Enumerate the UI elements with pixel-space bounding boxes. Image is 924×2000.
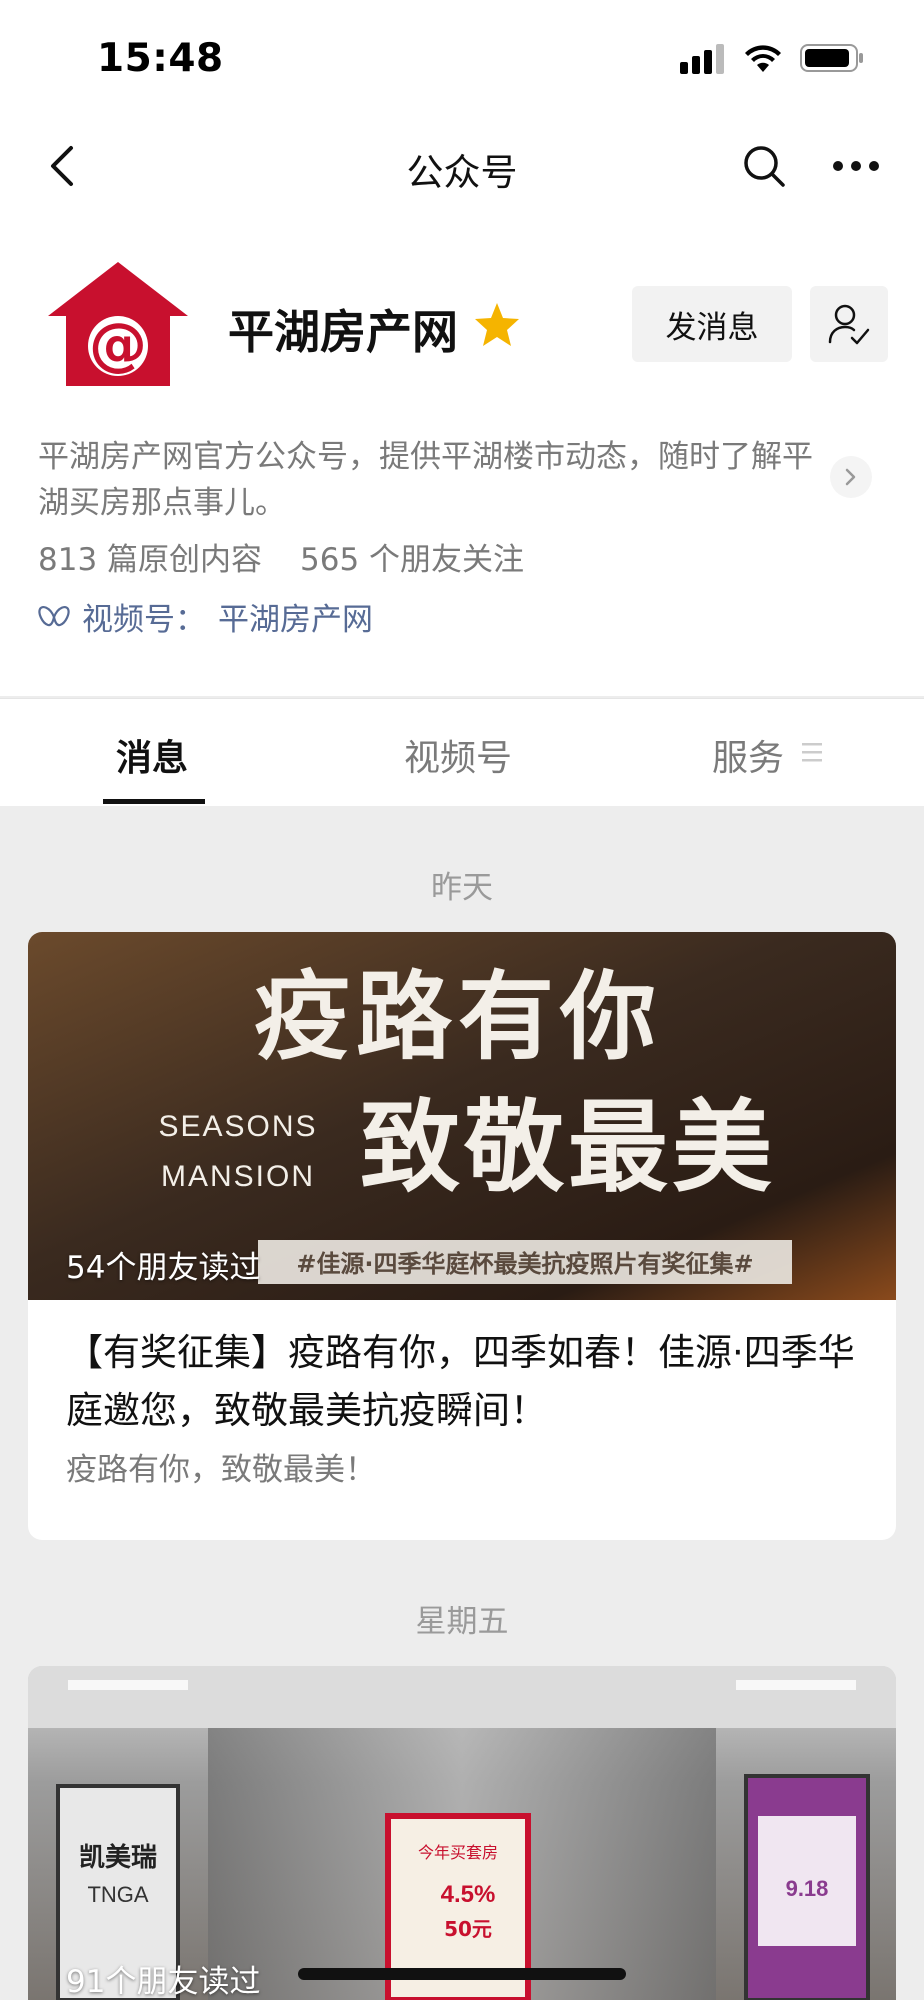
account-stats: 813 篇原创内容 565 个朋友关注 [38,534,524,579]
home-indicator[interactable] [298,1968,626,1980]
left-ad-line-1: 凯美瑞 [79,1842,157,1873]
left-ad-line-2: TNGA [87,1882,148,1907]
wifi-icon [745,45,781,72]
search-icon [744,146,785,187]
friends-read-count: 91个朋友读过 [66,1964,261,2000]
active-tab-indicator [103,799,205,804]
article-card[interactable]: 疫路有你 SEASONS MANSION 致敬最美 #佳源·四季华庭杯最美抗疫照… [28,932,896,1540]
channel-link[interactable]: 视频号： 平湖房产网 [38,594,373,639]
tab-messages[interactable]: 消息 [116,729,188,781]
tab-bar: 消息 视频号 服务 [0,698,924,806]
account-logo[interactable]: @ [46,260,190,390]
friends-read-count: 54个朋友读过 [66,1250,261,1286]
cover-graphic: 凯美瑞 TNGA 今年买套房 4.5% 50元 9.18 [28,1666,896,2000]
search-button[interactable] [738,140,790,192]
cellular-signal-icon [680,44,724,74]
article-subtitle: 疫路有你，致敬最美！ [66,1452,376,1488]
right-ad-price: 9.18 [786,1876,829,1901]
article-card[interactable]: 凯美瑞 TNGA 今年买套房 4.5% 50元 9.18 91个朋友读过 [28,1666,896,2000]
center-ad-price: 50元 [444,1917,492,1941]
cover-banner: #佳源·四季华庭杯最美抗疫照片有奖征集# [296,1250,753,1278]
status-icons [680,42,864,74]
account-description[interactable]: 平湖房产网官方公众号，提供平湖楼市动态，随时了解平湖买房那点事儿。 [38,434,828,526]
cover-headline-2: 致敬最美 [360,1089,776,1206]
channel-label: 视频号： [82,602,206,638]
center-ad-title: 今年买套房 [418,1843,498,1862]
cover-brand-1: SEASONS [158,1110,317,1143]
battery-icon [800,44,863,72]
chevron-right-icon [845,468,856,486]
channel-butterfly-icon [38,605,70,626]
day-label: 昨天 [431,870,493,906]
menu-lines-icon [802,743,822,762]
nav-bar: 公众号 [0,120,924,212]
original-count: 813 篇原创内容 [38,542,263,578]
status-time: 15:48 [97,36,224,81]
user-check-icon [828,304,870,345]
channel-name: 平湖房产网 [218,602,373,638]
description-expand-button[interactable] [830,456,872,498]
article-title: 【有奖征集】疫路有你，四季如春！佳源·四季华庭邀您，致敬最美抗疫瞬间！ [66,1331,855,1432]
tab-service[interactable]: 服务 [712,729,784,781]
send-message-button[interactable]: 发消息 [632,286,792,362]
account-profile: @ 平湖房产网 发消息 平湖房产网官方公众号，提供平湖楼市动态，随时了解平湖买房… [0,212,924,696]
more-button[interactable] [830,140,882,192]
friends-follow-count[interactable]: 565 个朋友关注 [300,534,524,579]
more-dots-icon [833,161,879,171]
cover-headline-1: 疫路有你 [254,961,662,1073]
article-cover: 疫路有你 SEASONS MANSION 致敬最美 #佳源·四季华庭杯最美抗疫照… [28,932,896,1300]
account-name: 平湖房产网 [228,305,458,359]
cover-brand-2: MANSION [161,1160,315,1193]
logo-at-symbol: @ [89,310,147,378]
article-cover: 凯美瑞 TNGA 今年买套房 4.5% 50元 9.18 91个朋友读过 [28,1666,896,2000]
status-bar: 15:48 [0,0,924,120]
tab-video[interactable]: 视频号 [404,729,512,781]
center-ad-rate: 4.5% [441,1881,496,1908]
followed-button[interactable] [810,286,888,362]
day-label: 星期五 [415,1604,509,1640]
star-icon [475,303,519,346]
